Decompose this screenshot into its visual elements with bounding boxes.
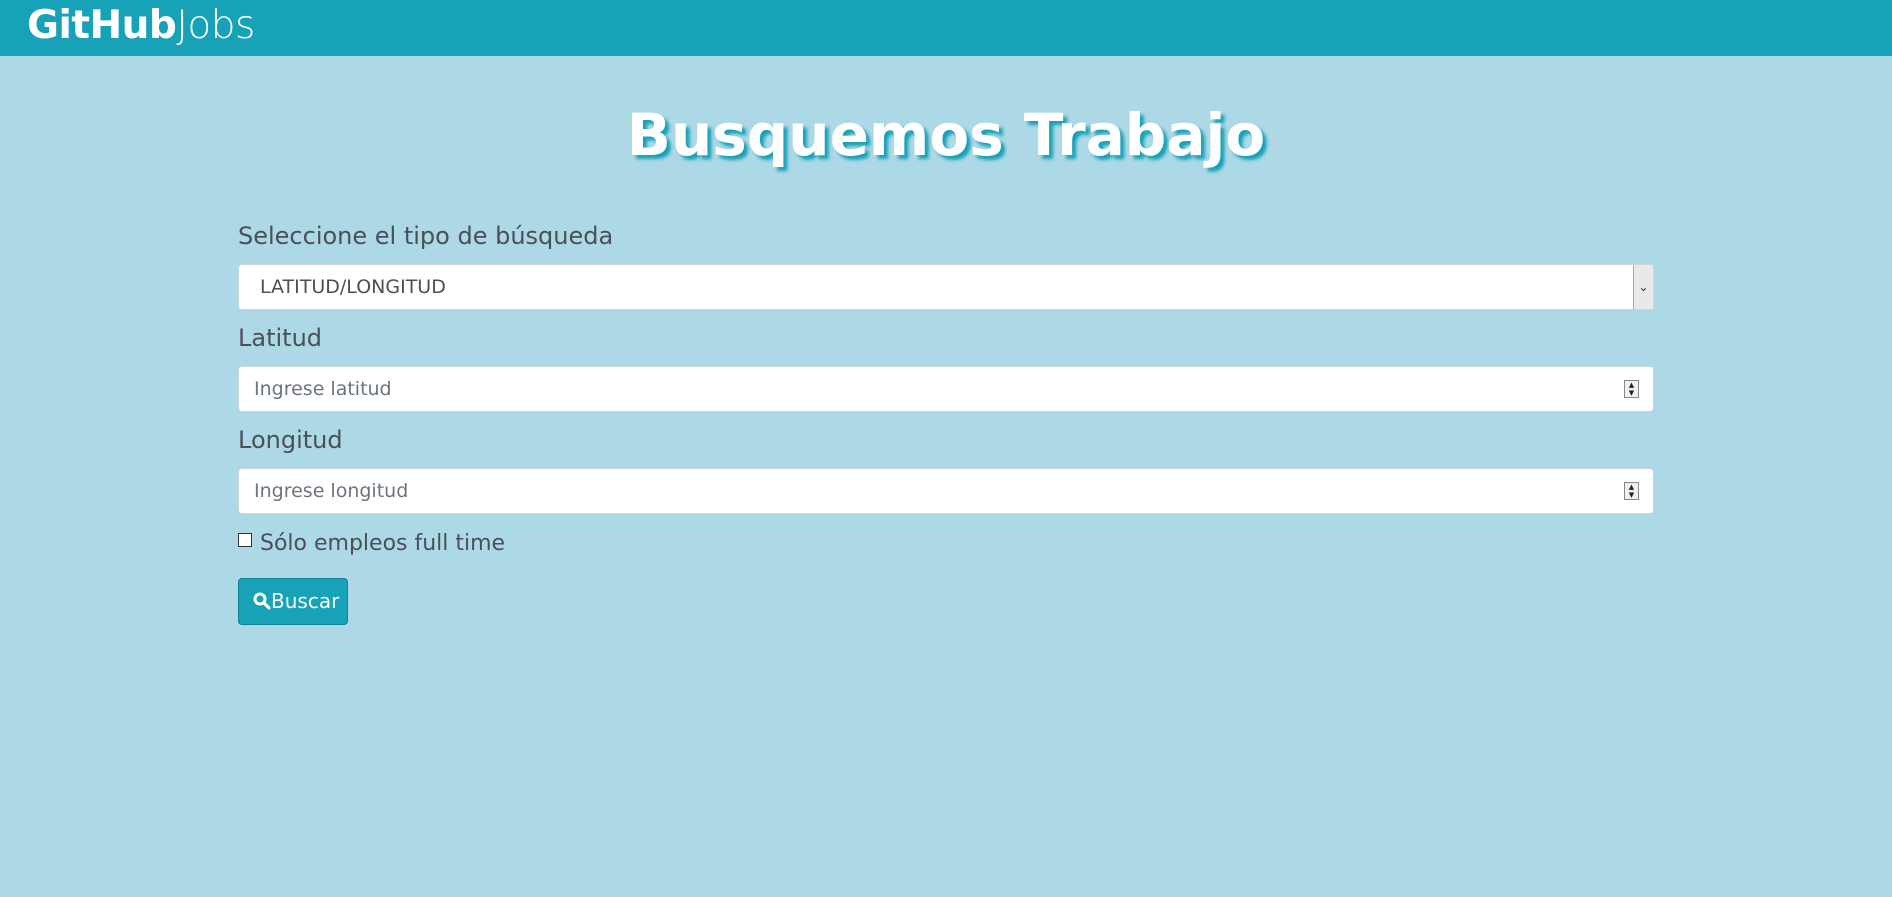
latitude-spinner[interactable]: ▲ ▼ xyxy=(1624,380,1639,398)
search-type-label: Seleccione el tipo de búsqueda xyxy=(238,222,614,250)
brand-light: Jobs xyxy=(176,3,255,48)
page-title: Busquemos Trabajo xyxy=(626,101,1266,169)
navbar: GitHubJobs xyxy=(0,0,1892,56)
search-icon xyxy=(253,592,271,610)
search-button[interactable]: Buscar xyxy=(238,578,348,625)
spinner-down-icon[interactable]: ▼ xyxy=(1625,491,1638,499)
longitude-input[interactable]: Ingrese longitud ▲ ▼ xyxy=(238,468,1654,514)
latitude-label: Latitud xyxy=(238,324,323,352)
search-type-value: LATITUD/LONGITUD xyxy=(260,276,446,298)
latitude-placeholder: Ingrese latitud xyxy=(254,378,392,400)
spinner-up-icon[interactable]: ▲ xyxy=(1625,483,1638,491)
search-form: Seleccione el tipo de búsqueda LATITUD/L… xyxy=(238,218,1654,625)
brand-bold: GitHub xyxy=(27,3,177,48)
longitude-placeholder: Ingrese longitud xyxy=(254,480,409,502)
spinner-up-icon[interactable]: ▲ xyxy=(1625,381,1638,389)
brand-logo[interactable]: GitHubJobs xyxy=(27,3,255,49)
search-button-label: Buscar xyxy=(271,589,340,613)
chevron-down-icon[interactable]: ⌄ xyxy=(1633,265,1653,309)
fulltime-row: Sólo empleos full time xyxy=(238,528,1654,560)
spinner-down-icon[interactable]: ▼ xyxy=(1625,389,1638,397)
fulltime-label[interactable]: Sólo empleos full time xyxy=(260,531,505,556)
latitude-input[interactable]: Ingrese latitud ▲ ▼ xyxy=(238,366,1654,412)
longitude-label: Longitud xyxy=(238,426,343,454)
longitude-spinner[interactable]: ▲ ▼ xyxy=(1624,482,1639,500)
search-type-select[interactable]: LATITUD/LONGITUD ⌄ xyxy=(238,264,1654,310)
fulltime-checkbox[interactable] xyxy=(238,533,252,547)
